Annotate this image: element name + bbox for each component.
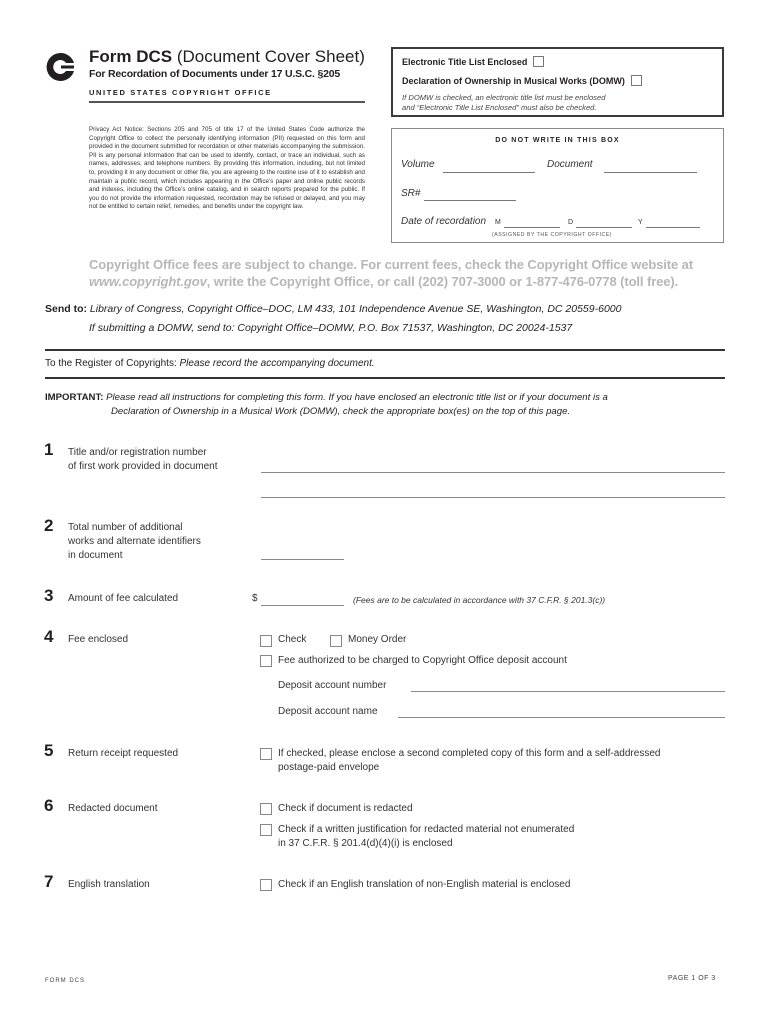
- send-to-main-address: Library of Congress, Copyright Office–DO…: [89, 303, 622, 315]
- register-request-text: Please record the accompanying document.: [179, 358, 375, 369]
- office-use-header: DO NOT WRITE IN THIS BOX: [495, 137, 620, 144]
- electronic-title-list-row: Electronic Title List Enclosed: [402, 56, 545, 67]
- footer-page-number: PAGE 1 OF 3: [668, 975, 716, 982]
- year-label: Y: [638, 219, 643, 226]
- volume-label: Volume: [401, 159, 435, 170]
- item-number-5: 5: [44, 741, 54, 760]
- important-notice: IMPORTANT: Please read all instructions …: [45, 391, 725, 419]
- additional-works-label: Total number of additional works and alt…: [68, 521, 201, 563]
- return-receipt-checkbox[interactable]: [260, 748, 272, 760]
- english-translation-checkbox[interactable]: [260, 879, 272, 891]
- send-to-address: Send to: Library of Congress, Copyright …: [45, 303, 621, 315]
- english-translation-checkbox-label: Check if an English translation of non-E…: [278, 879, 571, 890]
- day-label: D: [568, 219, 574, 226]
- redacted-checkbox[interactable]: [260, 803, 272, 815]
- register-bottom-rule: [45, 377, 725, 379]
- check-checkbox[interactable]: [260, 635, 272, 647]
- redaction-justification-checkbox[interactable]: [260, 824, 272, 836]
- document-label: Document: [547, 159, 593, 170]
- register-top-rule: [45, 349, 725, 351]
- item-number-4: 4: [44, 627, 54, 646]
- register-request: To the Register of Copyrights: Please re…: [45, 358, 375, 369]
- document-field[interactable]: [604, 172, 697, 173]
- domw-checkbox[interactable]: [630, 75, 642, 86]
- privacy-act-notice: Privacy Act Notice: Sections 205 and 705…: [89, 126, 365, 211]
- q2-label-line2: works and alternate identifiers: [68, 536, 201, 547]
- deposit-account-name-label: Deposit account name: [278, 706, 378, 717]
- year-field[interactable]: [646, 227, 700, 228]
- domw-label: Declaration of Ownership in Musical Work…: [402, 75, 625, 86]
- important-label: IMPORTANT:: [45, 392, 104, 403]
- fees-notice-line2: www.copyright.gov, write the Copyright O…: [89, 273, 709, 290]
- volume-field[interactable]: [443, 172, 535, 173]
- money-order-label: Money Order: [348, 634, 407, 645]
- day-field[interactable]: [576, 227, 632, 228]
- deposit-account-checkbox[interactable]: [260, 655, 272, 667]
- sr-label: SR#: [401, 188, 421, 199]
- q1-label-line1: Title and/or registration number: [68, 447, 207, 458]
- fee-calculated-label: Amount of fee calculated: [68, 593, 179, 604]
- electronic-title-list-checkbox[interactable]: [533, 56, 545, 67]
- item-number-1: 1: [44, 440, 54, 459]
- additional-works-count-field[interactable]: [261, 559, 344, 560]
- enclosure-checkbox-box: Electronic Title List Enclosed Declarati…: [391, 47, 724, 117]
- domw-send-address: If submitting a DOMW, send to: Copyright…: [89, 322, 573, 334]
- header-divider: [89, 101, 365, 103]
- fees-notice: Copyright Office fees are subject to cha…: [89, 256, 709, 290]
- money-order-checkbox[interactable]: [330, 635, 342, 647]
- item-number-2: 2: [44, 516, 54, 535]
- q2-label-line3: in document: [68, 550, 123, 561]
- deposit-account-label: Fee authorized to be charged to Copyrigh…: [278, 655, 567, 666]
- form-subtitle: For Recordation of Documents under 17 U.…: [89, 68, 341, 80]
- assigned-note: (ASSIGNED BY THE COPYRIGHT OFFICE): [492, 232, 612, 238]
- sr-field[interactable]: [424, 200, 516, 201]
- domw-note: If DOMW is checked, an electronic title …: [402, 93, 605, 113]
- q2-label-line1: Total number of additional: [68, 522, 183, 533]
- fee-enclosed-label: Fee enclosed: [68, 634, 129, 645]
- currency-symbol: $: [252, 593, 258, 604]
- send-to-label: Send to:: [45, 303, 87, 315]
- domw-row: Declaration of Ownership in Musical Work…: [402, 75, 642, 86]
- redaction-justification-text: Check if a written justification for red…: [278, 823, 574, 851]
- check-label: Check: [278, 634, 307, 645]
- form-title: Form DCS (Document Cover Sheet): [89, 47, 365, 66]
- item-number-7: 7: [44, 872, 54, 891]
- deposit-account-number-label: Deposit account number: [278, 680, 387, 691]
- english-translation-label: English translation: [68, 879, 150, 890]
- return-receipt-text: If checked, please enclose a second comp…: [278, 747, 660, 775]
- date-of-recordation-label: Date of recordation: [401, 216, 487, 227]
- electronic-title-list-label: Electronic Title List Enclosed: [402, 56, 528, 67]
- month-field[interactable]: [504, 227, 560, 228]
- deposit-account-number-field[interactable]: [411, 691, 725, 692]
- office-use-box: DO NOT WRITE IN THIS BOX Volume Document…: [391, 128, 724, 243]
- important-line2: Declaration of Ownership in a Musical Wo…: [111, 406, 571, 417]
- domw-note-line2: and “Electronic Title List Enclosed” mus…: [402, 103, 597, 112]
- fees-notice-contact: , write the Copyright Office, or call (2…: [206, 274, 679, 289]
- office-name: UNITED STATES COPYRIGHT OFFICE: [89, 88, 272, 97]
- fee-calculation-note: (Fees are to be calculated in accordance…: [353, 595, 606, 605]
- important-line1: Please read all instructions for complet…: [103, 392, 608, 403]
- redacted-document-label: Redacted document: [68, 803, 158, 814]
- fees-notice-line1: Copyright Office fees are subject to cha…: [89, 257, 694, 272]
- redaction-justification-line1: Check if a written justification for red…: [278, 824, 575, 835]
- item-number-6: 6: [44, 796, 54, 815]
- register-lead: To the Register of Copyrights:: [45, 358, 180, 369]
- q1-label-line2: of first work provided in document: [68, 461, 218, 472]
- copyright-website-link[interactable]: www.copyright.gov: [89, 274, 207, 289]
- redacted-checkbox-label: Check if document is redacted: [278, 803, 413, 814]
- copyright-c-logo-icon: [46, 52, 74, 81]
- item-number-3: 3: [44, 586, 54, 605]
- title-registration-label: Title and/or registration number of firs…: [68, 446, 218, 474]
- return-receipt-label: Return receipt requested: [68, 748, 179, 759]
- month-label: M: [495, 219, 501, 226]
- return-receipt-text-line1: If checked, please enclose a second comp…: [278, 748, 661, 759]
- return-receipt-text-line2: postage-paid envelope: [278, 762, 380, 773]
- domw-note-line1: If DOMW is checked, an electronic title …: [402, 93, 606, 102]
- title-registration-field-1[interactable]: [261, 472, 725, 473]
- footer-form-name: FORM DCS: [45, 978, 85, 984]
- fee-amount-field[interactable]: [261, 605, 344, 606]
- redaction-justification-line2: in 37 C.F.R. § 201.4(d)(4)(i) is enclose…: [278, 838, 453, 849]
- deposit-account-name-field[interactable]: [398, 717, 725, 718]
- title-registration-field-2[interactable]: [261, 497, 725, 498]
